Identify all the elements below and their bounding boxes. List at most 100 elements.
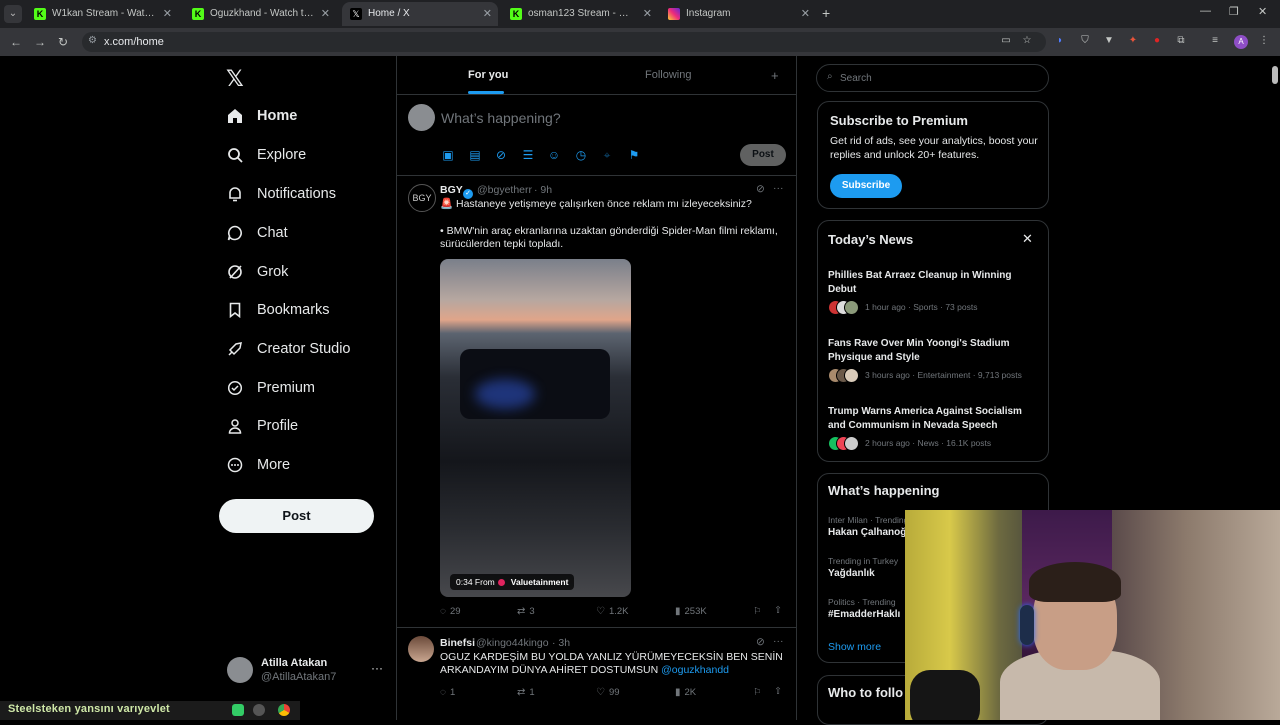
- tweet-time[interactable]: · 3h: [552, 637, 570, 649]
- extension-icon[interactable]: ◗: [1054, 35, 1066, 47]
- sidebar-item-grok[interactable]: Grok: [226, 260, 288, 284]
- avatar[interactable]: BGY: [408, 184, 436, 212]
- news-item[interactable]: Fans Rave Over Min Yoongi's Stadium Physi…: [828, 337, 1040, 364]
- grok-icon[interactable]: ⊘: [756, 183, 765, 195]
- bookmark-icon[interactable]: ⚐: [753, 687, 762, 698]
- reply-button[interactable]: ◌ 1: [440, 687, 455, 698]
- share-icon[interactable]: ⇧: [774, 686, 782, 697]
- browser-tab[interactable]: K W1kan Stream - Watch Live on K ✕: [26, 2, 178, 26]
- bookmark-icon[interactable]: ⚐: [753, 606, 762, 617]
- close-tab-icon[interactable]: ✕: [483, 2, 492, 26]
- browser-tab[interactable]: Instagram ✕: [660, 2, 816, 26]
- browser-tab[interactable]: K osman123 Stream - Watch Live ✕: [502, 2, 658, 26]
- more-options-icon[interactable]: ···: [773, 635, 784, 647]
- trend-topic[interactable]: #EmadderHaklı: [828, 609, 900, 620]
- avatar[interactable]: [408, 104, 435, 131]
- tweet-author-name[interactable]: BGY: [440, 184, 463, 196]
- red-extension-icon[interactable]: ●: [1151, 35, 1163, 47]
- trend-topic[interactable]: Hakan Çalhanoğ: [828, 527, 906, 538]
- minimize-icon[interactable]: —: [1200, 5, 1211, 17]
- more-options-icon[interactable]: ···: [773, 182, 784, 194]
- compose-input[interactable]: What’s happening?: [441, 110, 561, 126]
- news-item[interactable]: Phillies Bat Arraez Cleanup in Winning De…: [828, 269, 1040, 296]
- tweet-time[interactable]: · 9h: [534, 184, 552, 196]
- close-tab-icon[interactable]: ✕: [801, 2, 810, 26]
- tab-search-button[interactable]: ⌄: [4, 5, 22, 23]
- install-app-icon[interactable]: ▭: [1000, 35, 1012, 47]
- new-tab-icon[interactable]: +: [822, 5, 830, 21]
- sidebar-item-bookmarks[interactable]: Bookmarks: [226, 298, 330, 322]
- sidebar-item-more[interactable]: More: [226, 453, 290, 477]
- back-icon[interactable]: ←: [10, 35, 22, 49]
- repost-button[interactable]: ⇄ 3: [517, 606, 535, 617]
- video-source[interactable]: Valuetainment: [511, 574, 569, 590]
- add-tab-icon[interactable]: +: [771, 68, 779, 83]
- tweet-author-name[interactable]: Binefsi: [440, 637, 475, 649]
- account-handle[interactable]: @AtillaAtakan7: [261, 671, 336, 683]
- chrome-icon[interactable]: [278, 704, 290, 716]
- tab-following[interactable]: Following: [645, 69, 691, 81]
- sidebar-item-home[interactable]: Home: [226, 104, 297, 128]
- sidebar-item-premium[interactable]: Premium: [226, 376, 315, 400]
- grok-icon[interactable]: ⊘: [494, 148, 508, 162]
- mention-link[interactable]: @oguzkhandd: [661, 664, 729, 676]
- close-tab-icon[interactable]: ✕: [163, 2, 172, 26]
- image-icon[interactable]: ▣: [441, 148, 455, 162]
- views-button[interactable]: ▮ 2K: [675, 687, 696, 698]
- sidebar-item-profile[interactable]: Profile: [226, 414, 298, 438]
- tweet-video[interactable]: [440, 259, 631, 597]
- avatar[interactable]: [408, 636, 434, 662]
- sidebar-item-creator-studio[interactable]: Creator Studio: [226, 337, 351, 361]
- close-tab-icon[interactable]: ✕: [643, 2, 652, 26]
- reading-list-icon[interactable]: ≡: [1209, 35, 1221, 47]
- tweet-author-handle[interactable]: @bgyetherr: [477, 184, 532, 196]
- news-item[interactable]: Trump Warns America Against Socialism and…: [828, 405, 1040, 432]
- browser-profile-avatar[interactable]: A: [1234, 35, 1248, 49]
- subscribe-button[interactable]: Subscribe: [830, 174, 902, 198]
- page-scrollbar[interactable]: [1272, 66, 1278, 84]
- extensions-puzzle-icon[interactable]: ⧉: [1175, 35, 1187, 47]
- reply-button[interactable]: ◌ 29: [440, 606, 461, 617]
- like-button[interactable]: ♡ 1.2K: [596, 606, 629, 617]
- sidebar-item-notifications[interactable]: Notifications: [226, 182, 336, 206]
- repost-button[interactable]: ⇄ 1: [517, 687, 535, 698]
- compose-post-button[interactable]: Post: [740, 144, 786, 166]
- flag-icon[interactable]: ⚑: [627, 148, 641, 162]
- grok-icon[interactable]: ⊘: [756, 636, 765, 648]
- app-icon[interactable]: [253, 704, 265, 716]
- bookmark-star-icon[interactable]: ☆: [1021, 35, 1033, 47]
- post-button[interactable]: Post: [219, 499, 374, 533]
- url-text[interactable]: x.com/home: [104, 36, 164, 48]
- like-button[interactable]: ♡ 99: [596, 687, 620, 698]
- sidebar-item-explore[interactable]: Explore: [226, 143, 306, 167]
- site-info-icon[interactable]: ⚙: [88, 35, 97, 46]
- close-tab-icon[interactable]: ✕: [321, 2, 330, 26]
- account-name[interactable]: Atilla Atakan: [261, 657, 327, 669]
- tab-for-you[interactable]: For you: [468, 69, 508, 81]
- app-icon[interactable]: [232, 704, 244, 716]
- show-more-link[interactable]: Show more: [828, 641, 881, 653]
- fox-extension-icon[interactable]: ✦: [1127, 35, 1139, 47]
- forward-icon[interactable]: →: [34, 35, 46, 49]
- browser-menu-icon[interactable]: ⋮: [1258, 35, 1270, 47]
- schedule-icon[interactable]: ◷: [574, 148, 588, 162]
- reload-icon[interactable]: ↻: [58, 35, 68, 49]
- tweet-author-handle[interactable]: @kingo44kingo: [476, 637, 549, 649]
- sidebar-item-chat[interactable]: Chat: [226, 221, 288, 245]
- close-window-icon[interactable]: ✕: [1258, 5, 1267, 18]
- gif-icon[interactable]: ▤: [468, 148, 482, 162]
- x-logo-icon[interactable]: 𝕏: [226, 66, 244, 92]
- browser-tab-active[interactable]: 𝕏 Home / X ✕: [342, 2, 498, 26]
- avatar[interactable]: [227, 657, 253, 683]
- poll-icon[interactable]: ☰: [521, 148, 535, 162]
- shield-extension-icon[interactable]: ⛉: [1079, 35, 1091, 47]
- emoji-icon[interactable]: ☺: [547, 148, 561, 162]
- address-bar[interactable]: [82, 32, 1046, 52]
- account-menu-icon[interactable]: ···: [371, 661, 383, 675]
- trend-topic[interactable]: Yağdanlık: [828, 568, 875, 579]
- browser-tab[interactable]: K Oguzkhand - Watch the VOD o ✕: [184, 2, 336, 26]
- share-icon[interactable]: ⇧: [774, 605, 782, 616]
- close-icon[interactable]: ✕: [1022, 231, 1033, 247]
- restore-icon[interactable]: ❐: [1229, 5, 1239, 18]
- location-icon[interactable]: ⌖: [600, 148, 614, 162]
